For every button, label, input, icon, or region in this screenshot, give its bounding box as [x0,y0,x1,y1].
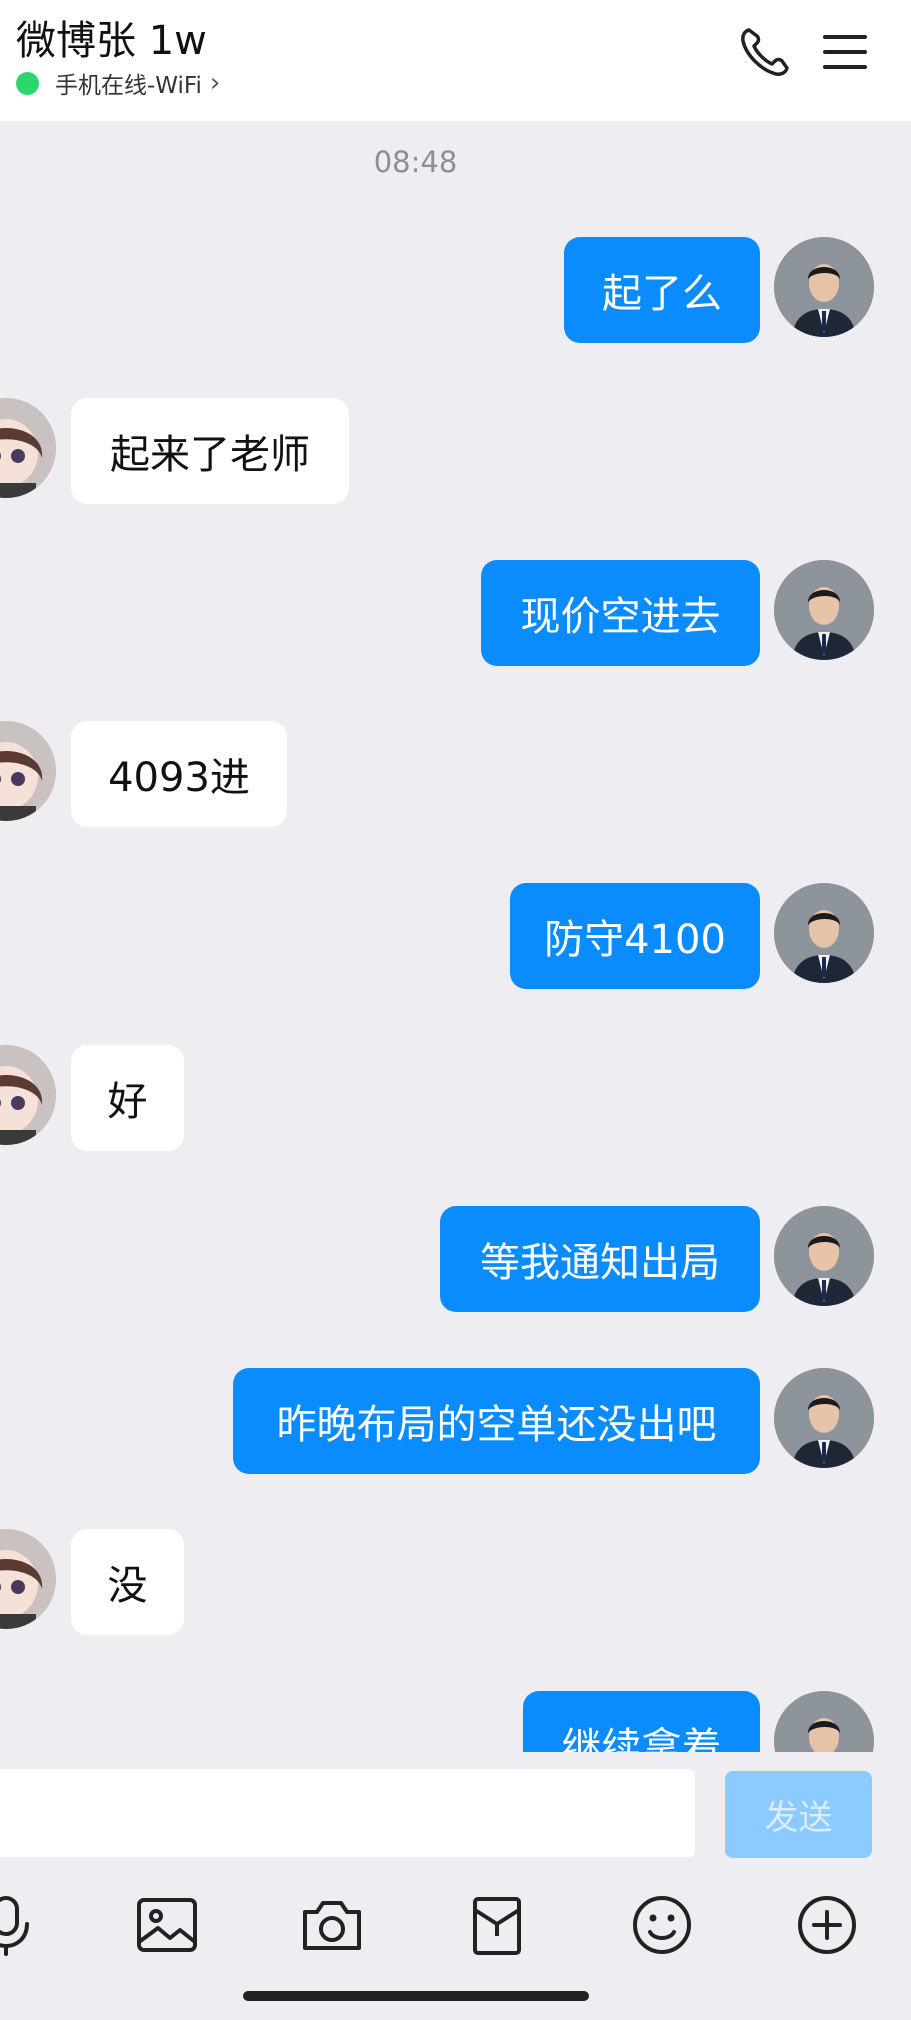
phone-icon[interactable] [735,22,795,82]
image-icon[interactable] [132,1890,202,1960]
message-bubble-incoming[interactable]: 没 [71,1529,184,1635]
chat-title[interactable]: 微博张 1w [16,8,207,66]
contact-avatar[interactable] [0,1529,56,1629]
plus-icon[interactable] [792,1890,862,1960]
my-avatar[interactable] [774,560,874,660]
contact-avatar[interactable] [0,721,56,821]
message-timestamp: 08:48 [373,145,458,179]
microphone-icon[interactable] [0,1890,43,1960]
contact-avatar[interactable] [0,398,56,498]
chat-header: 微博张 1w 手机在线-WiFi › [0,0,911,121]
my-avatar[interactable] [774,1368,874,1468]
my-avatar[interactable] [774,883,874,983]
contact-avatar[interactable] [0,1045,56,1145]
red-packet-icon[interactable] [462,1890,532,1960]
menu-icon[interactable] [815,22,875,82]
online-dot-icon [16,71,39,95]
message-bubble-incoming[interactable]: 起来了老师 [71,398,349,504]
my-avatar[interactable] [774,1206,874,1306]
message-bubble-outgoing[interactable]: 防守4100 [510,883,760,989]
message-bubble-outgoing[interactable]: 等我通知出局 [440,1206,760,1312]
my-avatar[interactable] [774,237,874,337]
message-list[interactable]: 08:48 起了么 起来了老师 现价空进去 4093进 防守4100 好 等我通… [0,121,911,1752]
online-status[interactable]: 手机在线-WiFi › [16,66,220,100]
message-bubble-outgoing[interactable]: 起了么 [564,237,760,343]
online-status-text: 手机在线-WiFi [55,73,202,99]
message-input[interactable] [0,1769,695,1857]
message-bubble-outgoing[interactable]: 现价空进去 [481,560,760,666]
send-button[interactable]: 发送 [725,1771,872,1858]
camera-icon[interactable] [297,1890,367,1960]
home-indicator[interactable] [243,1991,589,2001]
emoji-icon[interactable] [627,1890,697,1960]
input-bar: 发送 [0,1752,911,2020]
message-bubble-incoming[interactable]: 4093进 [71,721,287,827]
my-avatar[interactable] [774,1691,874,1752]
chevron-right-icon: › [209,68,221,98]
message-bubble-incoming[interactable]: 好 [71,1045,184,1151]
message-bubble-outgoing[interactable]: 继续拿着 [523,1691,760,1752]
message-bubble-outgoing[interactable]: 昨晚布局的空单还没出吧 [233,1368,760,1474]
